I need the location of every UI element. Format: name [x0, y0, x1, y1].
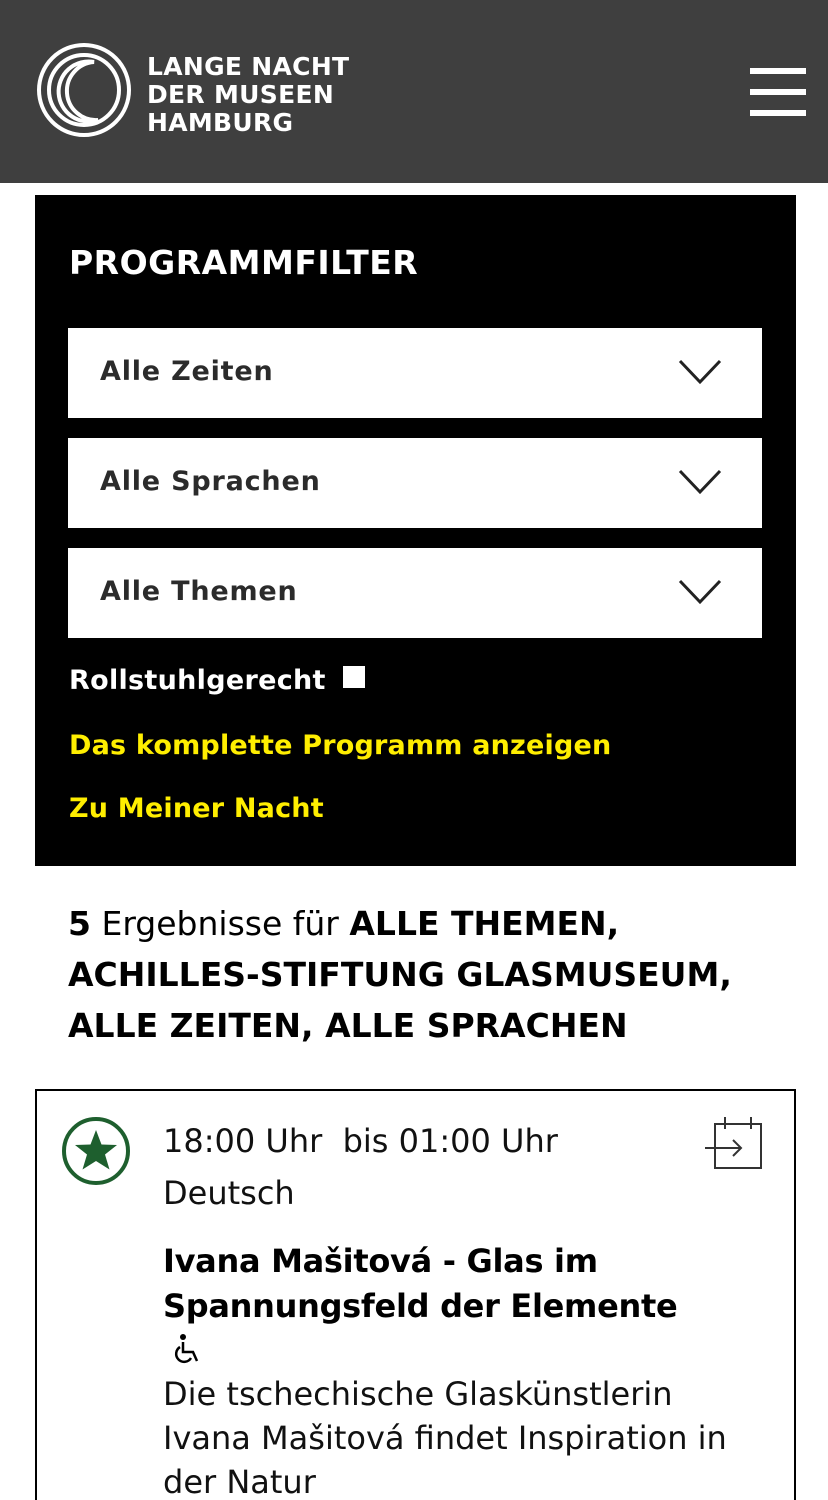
- event-schedule: 18:00 Uhr bis 01:00 Uhr Deutsch: [163, 1115, 558, 1219]
- event-title: Ivana Mašitová - Glas im Spannungsfeld d…: [163, 1242, 678, 1325]
- wheelchair-checkbox[interactable]: [342, 665, 365, 688]
- time-select[interactable]: Alle Zeiten: [68, 328, 762, 418]
- favorite-star-icon[interactable]: [61, 1116, 131, 1186]
- event-title-block[interactable]: Ivana Mašitová - Glas im Spannungsfeld d…: [163, 1239, 683, 1374]
- language-select-label: Alle Sprachen: [100, 466, 321, 497]
- chevron-down-icon: [678, 469, 722, 495]
- wheelchair-filter-row: Rollstuhlgerecht: [69, 665, 365, 699]
- filter-title: PROGRAMMFILTER: [69, 243, 419, 282]
- topic-select[interactable]: Alle Themen: [68, 548, 762, 638]
- event-card: 18:00 Uhr bis 01:00 Uhr Deutsch Ivana Ma…: [35, 1089, 796, 1500]
- site-header: LANGE NACHT DER MUSEEN HAMBURG: [0, 0, 828, 183]
- my-night-link[interactable]: Zu Meiner Nacht: [69, 793, 324, 824]
- logo-line-2: DER MUSEEN: [147, 80, 335, 109]
- program-filter-panel: PROGRAMMFILTER Alle Zeiten Alle Sprachen…: [35, 195, 796, 866]
- chevron-down-icon: [678, 359, 722, 385]
- chevron-down-icon: [678, 579, 722, 605]
- wheelchair-icon: [174, 1334, 199, 1364]
- language-select[interactable]: Alle Sprachen: [68, 438, 762, 528]
- results-for-text: Ergebnisse für: [101, 904, 339, 943]
- add-to-calendar-icon[interactable]: [705, 1115, 765, 1171]
- results-count: 5: [68, 904, 91, 943]
- hamburger-menu-icon[interactable]: [750, 66, 806, 116]
- moon-logo-icon[interactable]: [36, 42, 132, 138]
- full-program-link[interactable]: Das komplette Programm anzeigen: [69, 730, 611, 761]
- topic-select-label: Alle Themen: [100, 576, 298, 607]
- logo-line-1: LANGE NACHT: [147, 52, 350, 81]
- time-select-label: Alle Zeiten: [100, 356, 274, 387]
- event-time: 18:00 Uhr bis 01:00 Uhr: [163, 1122, 558, 1160]
- event-language: Deutsch: [163, 1174, 295, 1212]
- site-logo-text[interactable]: LANGE NACHT DER MUSEEN HAMBURG: [147, 53, 349, 137]
- wheelchair-label: Rollstuhlgerecht: [69, 665, 326, 696]
- logo-line-3: HAMBURG: [147, 108, 294, 137]
- event-description: Die tschechische Glaskünstlerin Ivana Ma…: [163, 1375, 727, 1500]
- results-heading: 5 Ergebnisse für ALLE THEMEN, ACHILLES-S…: [68, 898, 788, 1051]
